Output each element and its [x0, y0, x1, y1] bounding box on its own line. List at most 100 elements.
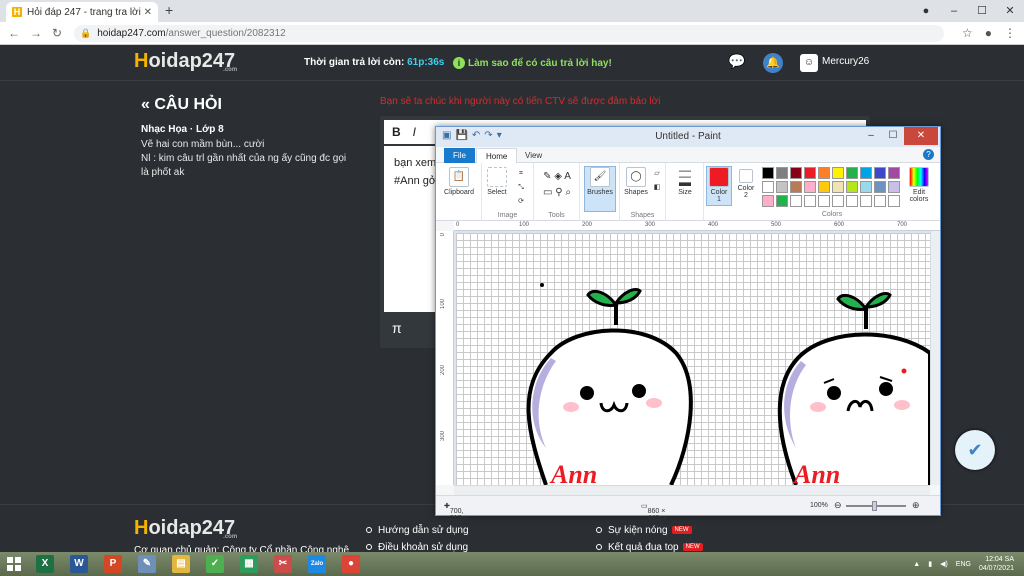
- minimize-icon[interactable]: –: [940, 0, 968, 22]
- floating-help-widget[interactable]: ✔: [955, 430, 995, 470]
- maximize-icon[interactable]: ☐: [968, 0, 996, 22]
- start-button[interactable]: [0, 552, 28, 576]
- palette-swatch[interactable]: [888, 167, 900, 179]
- italic-button[interactable]: I: [413, 125, 416, 139]
- palette-swatch[interactable]: [832, 181, 844, 193]
- footer-link-events[interactable]: Sự kiện nóng NEW: [596, 525, 692, 536]
- palette-swatch[interactable]: [804, 167, 816, 179]
- zoom-slider-handle[interactable]: [872, 501, 877, 511]
- zoom-in-icon[interactable]: ⊕: [912, 500, 920, 511]
- menu-icon[interactable]: ⋮: [1004, 26, 1016, 40]
- taskbar-app-word[interactable]: W: [62, 552, 96, 576]
- bell-icon[interactable]: 🔔: [763, 53, 783, 73]
- clock[interactable]: 12:04 SA 04/07/2021: [979, 555, 1014, 573]
- palette-swatch[interactable]: [818, 167, 830, 179]
- tab-home[interactable]: Home: [476, 148, 518, 163]
- pi-button[interactable]: π: [392, 320, 402, 336]
- clipboard-check-icon: ✔: [967, 439, 983, 460]
- language-indicator[interactable]: ENG: [956, 561, 971, 568]
- palette-swatch[interactable]: [874, 167, 886, 179]
- shapes-button[interactable]: ◯ Shapes: [622, 167, 650, 196]
- palette-swatch[interactable]: [888, 181, 900, 193]
- drawing-canvas[interactable]: Ann Ann: [456, 233, 930, 485]
- tab-file[interactable]: File: [444, 148, 475, 163]
- palette-swatch[interactable]: [874, 195, 886, 207]
- clipboard-button[interactable]: 📋 Clipboard: [442, 167, 476, 196]
- palette-swatch[interactable]: [762, 167, 774, 179]
- username[interactable]: Mercury26: [822, 56, 869, 67]
- volume-icon[interactable]: ◀): [940, 560, 948, 568]
- taskbar-app-chrome[interactable]: ●: [334, 552, 368, 576]
- avatar[interactable]: ☺: [800, 54, 818, 72]
- taskbar-app-explorer[interactable]: ▤: [164, 552, 198, 576]
- palette-swatch[interactable]: [818, 181, 830, 193]
- tools-grid[interactable]: ✎ ◈ A ▭ ⚲ ⌕: [536, 169, 578, 201]
- close-window-icon[interactable]: ✕: [996, 0, 1024, 22]
- taskbar-app-snipping[interactable]: ✂: [266, 552, 300, 576]
- palette-swatch[interactable]: [860, 167, 872, 179]
- palette-swatch[interactable]: [790, 195, 802, 207]
- color2-button[interactable]: Color 2: [734, 169, 758, 199]
- footer-link-guide[interactable]: Hướng dẫn sử dụng: [366, 525, 469, 536]
- palette-swatch[interactable]: [860, 195, 872, 207]
- paint-close-icon[interactable]: ✕: [904, 127, 938, 145]
- palette-swatch[interactable]: [804, 181, 816, 193]
- palette-swatch[interactable]: [776, 181, 788, 193]
- palette-swatch[interactable]: [874, 181, 886, 193]
- brushes-button[interactable]: 🖌 Brushes: [584, 166, 616, 212]
- taskbar-app-zalo[interactable]: Zalo: [300, 552, 334, 576]
- tab-view[interactable]: View: [516, 148, 551, 163]
- footer-logo[interactable]: Hoidap247.com: [134, 517, 237, 540]
- palette-swatch[interactable]: [846, 167, 858, 179]
- taskbar-app-paint[interactable]: ✎: [130, 552, 164, 576]
- page-title[interactable]: « CÂU HỎI: [141, 96, 222, 114]
- palette-swatch[interactable]: [776, 195, 788, 207]
- outline-fill[interactable]: ▱ ◧: [650, 167, 664, 195]
- bold-button[interactable]: B: [392, 125, 401, 139]
- palette-swatch[interactable]: [790, 167, 802, 179]
- taskbar-app-powerpoint[interactable]: P: [96, 552, 130, 576]
- reload-icon[interactable]: ↻: [52, 26, 62, 40]
- network-icon[interactable]: ▮: [928, 560, 932, 568]
- edit-colors-button[interactable]: Edit colors: [904, 167, 934, 203]
- paint-minimize-icon[interactable]: –: [860, 127, 882, 145]
- palette-swatch[interactable]: [888, 195, 900, 207]
- tray-arrow-icon[interactable]: ▲: [913, 561, 920, 568]
- tip-link[interactable]: i Làm sao để có câu trả lời hay!: [453, 57, 612, 69]
- profile-icon[interactable]: ●: [985, 26, 992, 40]
- record-icon[interactable]: ●: [912, 0, 940, 22]
- palette-swatch[interactable]: [776, 167, 788, 179]
- palette-swatch[interactable]: [846, 195, 858, 207]
- vertical-scrollbar[interactable]: [930, 231, 940, 485]
- close-tab-icon[interactable]: ✕: [144, 7, 152, 18]
- palette-swatch[interactable]: [790, 181, 802, 193]
- paint-maximize-icon[interactable]: ☐: [882, 127, 904, 145]
- forward-icon[interactable]: →: [30, 26, 42, 40]
- select-button[interactable]: Select: [484, 167, 510, 196]
- color1-button[interactable]: Color 1: [706, 166, 732, 206]
- palette-swatch[interactable]: [762, 181, 774, 193]
- image-tools[interactable]: ⌗ ⤡ ⟳: [512, 167, 530, 209]
- palette-swatch[interactable]: [818, 195, 830, 207]
- help-icon[interactable]: ?: [923, 149, 934, 160]
- palette-swatch[interactable]: [860, 181, 872, 193]
- palette-swatch[interactable]: [832, 195, 844, 207]
- horizontal-scrollbar[interactable]: [454, 485, 930, 495]
- new-tab-icon[interactable]: +: [165, 2, 173, 18]
- palette-swatch[interactable]: [832, 167, 844, 179]
- palette-swatch[interactable]: [762, 195, 774, 207]
- size-button[interactable]: — — ▬ Size: [670, 164, 700, 196]
- taskbar-app-excel[interactable]: X: [28, 552, 62, 576]
- zoom-out-icon[interactable]: ⊖: [834, 500, 842, 511]
- star-icon[interactable]: ☆: [962, 26, 973, 40]
- url-input[interactable]: 🔒 hoidap247.com /answer_question/2082312: [74, 25, 944, 42]
- taskbar-app-store[interactable]: ▦: [232, 552, 266, 576]
- palette-swatch[interactable]: [846, 181, 858, 193]
- browser-tab[interactable]: H Hỏi đáp 247 - trang tra lời ✕: [6, 2, 158, 22]
- back-icon[interactable]: ←: [8, 26, 20, 40]
- palette-swatch[interactable]: [804, 195, 816, 207]
- paint-titlebar[interactable]: ▣ 💾 ↶ ↷ ▾ Untitled - Paint – ☐ ✕: [436, 127, 940, 147]
- taskbar-app-green-app[interactable]: ✓: [198, 552, 232, 576]
- site-logo[interactable]: Hoidap247.com: [134, 50, 237, 73]
- chat-icon[interactable]: 💬: [728, 53, 748, 73]
